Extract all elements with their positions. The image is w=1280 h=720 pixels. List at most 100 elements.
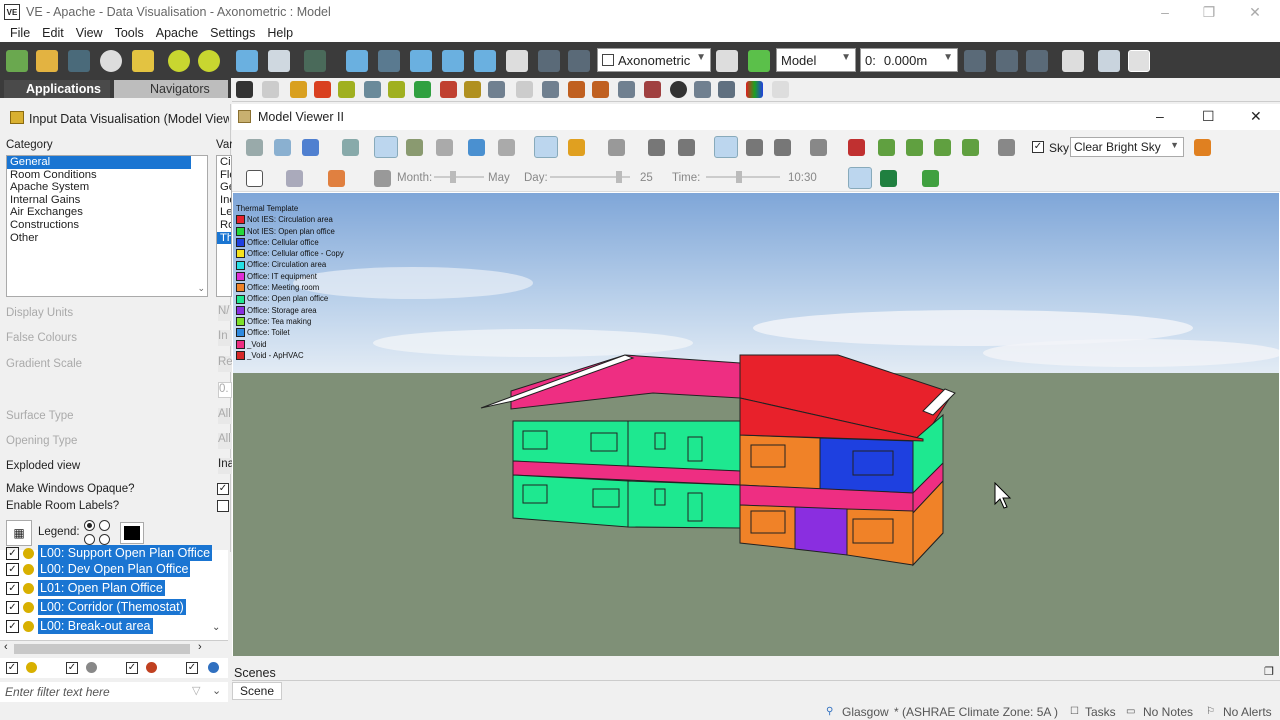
opening-type-select[interactable]: All	[218, 433, 232, 449]
globe-icon[interactable]	[236, 50, 258, 72]
scale-input[interactable]: 0.	[218, 382, 232, 398]
tool-icon[interactable]	[436, 139, 453, 156]
tool-icon[interactable]	[342, 139, 359, 156]
tool-icon[interactable]	[934, 139, 951, 156]
camera-icon[interactable]	[716, 50, 738, 72]
category-list[interactable]: General Room Conditions Apache System In…	[6, 155, 208, 297]
category-item[interactable]: General	[7, 156, 191, 169]
tool-icon[interactable]	[880, 170, 897, 187]
windows-opaque-checkbox[interactable]: ✓	[217, 483, 229, 495]
visualisation-icon[interactable]	[746, 81, 763, 98]
new-icon[interactable]	[6, 50, 28, 72]
list-item[interactable]: ✓ L00: Break-out area	[6, 617, 153, 635]
tool-icon[interactable]	[406, 139, 423, 156]
filter-checkbox[interactable]: ✓	[126, 662, 138, 674]
location-text[interactable]: Glasgow	[842, 705, 889, 719]
display-units-select[interactable]: N/	[218, 305, 232, 321]
room-checkbox[interactable]: ✓	[6, 619, 19, 633]
refresh-icon[interactable]	[748, 50, 770, 72]
menu-tools[interactable]: Tools	[109, 26, 150, 40]
tool-icon[interactable]	[440, 81, 457, 98]
close-button[interactable]: ✕	[1232, 0, 1278, 24]
category-item[interactable]: Air Exchanges	[7, 206, 207, 219]
filter-checkbox[interactable]: ✓	[6, 662, 18, 674]
tool-icon[interactable]	[516, 81, 533, 98]
tab-scene[interactable]: Scene	[232, 682, 282, 700]
tool-icon[interactable]	[678, 139, 695, 156]
orbit-icon[interactable]	[714, 136, 738, 158]
save-icon[interactable]	[236, 81, 253, 98]
component-icon[interactable]	[1098, 50, 1120, 72]
model-view-icon[interactable]	[1128, 50, 1150, 72]
tool-icon[interactable]	[746, 139, 763, 156]
filter-icon[interactable]	[208, 662, 219, 673]
restore-panel-icon[interactable]: ❐	[1264, 665, 1274, 678]
clock-icon[interactable]	[670, 81, 687, 98]
pointer-icon[interactable]	[262, 81, 279, 98]
pan-hand-icon[interactable]	[506, 50, 528, 72]
funnel-icon[interactable]: ▽	[192, 684, 200, 697]
sky-settings-icon[interactable]	[1194, 139, 1211, 156]
open-icon[interactable]	[36, 50, 58, 72]
tab-navigators[interactable]: Navigators	[114, 80, 228, 98]
tool-icon[interactable]	[274, 139, 291, 156]
room-labels-checkbox[interactable]	[217, 500, 229, 512]
menu-view[interactable]: View	[70, 26, 109, 40]
tool-icon[interactable]	[774, 139, 791, 156]
level-box-icon[interactable]	[1026, 50, 1048, 72]
category-item[interactable]: Constructions	[7, 219, 207, 232]
day-slider-thumb[interactable]	[616, 171, 622, 183]
variable-item[interactable]: Cir	[217, 156, 231, 169]
category-item[interactable]: Other	[7, 232, 207, 245]
surface-type-select[interactable]: All	[218, 408, 232, 424]
chevron-down-icon[interactable]: ⌄	[212, 684, 221, 697]
compass-icon[interactable]	[168, 50, 190, 72]
rotate-icon[interactable]	[538, 50, 560, 72]
tool-icon[interactable]	[302, 139, 319, 156]
filter-checkbox[interactable]: ✓	[186, 662, 198, 674]
tasks-button[interactable]: Tasks	[1085, 705, 1116, 719]
view-mode-select[interactable]: Axonometric ▼	[597, 48, 711, 72]
tool-icon[interactable]	[498, 139, 515, 156]
tool-icon[interactable]	[906, 139, 923, 156]
category-item[interactable]: Room Conditions	[7, 169, 207, 182]
tab-applications[interactable]: Applications	[4, 80, 110, 98]
grid-icon[interactable]	[268, 50, 290, 72]
time-slider[interactable]	[706, 171, 780, 183]
tool-icon[interactable]	[648, 139, 665, 156]
variable-list[interactable]: Cir Flo Ge Inc Let Ro Th	[216, 155, 232, 297]
day-slider[interactable]	[550, 171, 630, 183]
time-slider-thumb[interactable]	[736, 171, 742, 183]
month-slider[interactable]	[434, 171, 484, 183]
notes-button[interactable]: No Notes	[1143, 705, 1193, 719]
room-checkbox[interactable]: ✓	[6, 581, 19, 595]
zoom-window-icon[interactable]	[410, 50, 432, 72]
variable-item[interactable]: Inc	[217, 194, 231, 207]
tool-icon[interactable]	[998, 139, 1015, 156]
list-item[interactable]: ✓ L00: Corridor (Themostat)	[6, 598, 186, 616]
level-up-icon[interactable]	[964, 50, 986, 72]
tool-icon[interactable]	[568, 81, 585, 98]
level-select[interactable]: 0: 0.000m ▼	[860, 48, 958, 72]
tool-icon[interactable]	[618, 81, 635, 98]
tool-icon[interactable]	[388, 81, 405, 98]
room-checkbox[interactable]: ✓	[6, 562, 19, 576]
tool-icon[interactable]	[286, 170, 303, 187]
category-item[interactable]: Apache System	[7, 181, 207, 194]
zoom-fit-icon[interactable]	[346, 50, 368, 72]
alerts-button[interactable]: No Alerts	[1223, 705, 1272, 719]
tool-icon[interactable]	[810, 139, 827, 156]
menu-edit[interactable]: Edit	[36, 26, 70, 40]
scroll-right-icon[interactable]: ›	[198, 641, 202, 653]
tool-icon[interactable]	[542, 81, 559, 98]
tool-icon[interactable]	[338, 81, 355, 98]
zoom-icon[interactable]	[378, 50, 400, 72]
scene-canvas[interactable]	[233, 193, 1279, 656]
calendar-icon[interactable]	[374, 170, 391, 187]
list-item[interactable]: ✓ L01: Open Plan Office	[6, 579, 165, 597]
minimize-button[interactable]: –	[1142, 0, 1188, 24]
settings-gear-icon[interactable]	[198, 50, 220, 72]
tool-icon[interactable]	[464, 81, 481, 98]
palette-icon[interactable]: ▦	[6, 520, 32, 546]
list-item[interactable]: ✓ L00: Dev Open Plan Office	[6, 560, 191, 578]
